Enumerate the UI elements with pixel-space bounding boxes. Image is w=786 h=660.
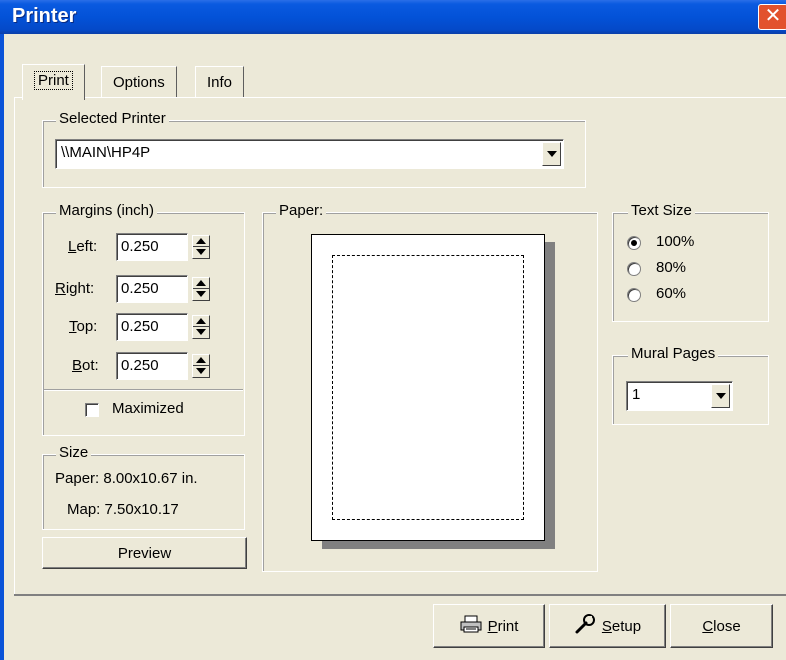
setup-button[interactable]: Setup — [549, 604, 666, 648]
wrench-icon — [574, 613, 596, 639]
panel-bottom-edge — [14, 594, 786, 596]
tab-info[interactable]: Info — [195, 66, 245, 98]
title-bar[interactable]: Printer ✕ — [0, 0, 786, 34]
window-border — [0, 34, 4, 660]
window-title: Printer — [12, 5, 77, 27]
tab-options[interactable]: Options — [101, 66, 177, 98]
close-icon: ✕ — [764, 5, 782, 27]
close-window-button[interactable]: ✕ — [758, 4, 786, 30]
printer-dialog: Printer ✕ Print Options Info Selected Pr… — [0, 0, 786, 660]
close-button[interactable]: Close — [670, 604, 773, 648]
print-button[interactable]: Print — [433, 604, 545, 648]
printer-icon — [460, 615, 482, 637]
tab-print[interactable]: Print — [22, 64, 85, 100]
tab-panel-print — [14, 97, 786, 594]
